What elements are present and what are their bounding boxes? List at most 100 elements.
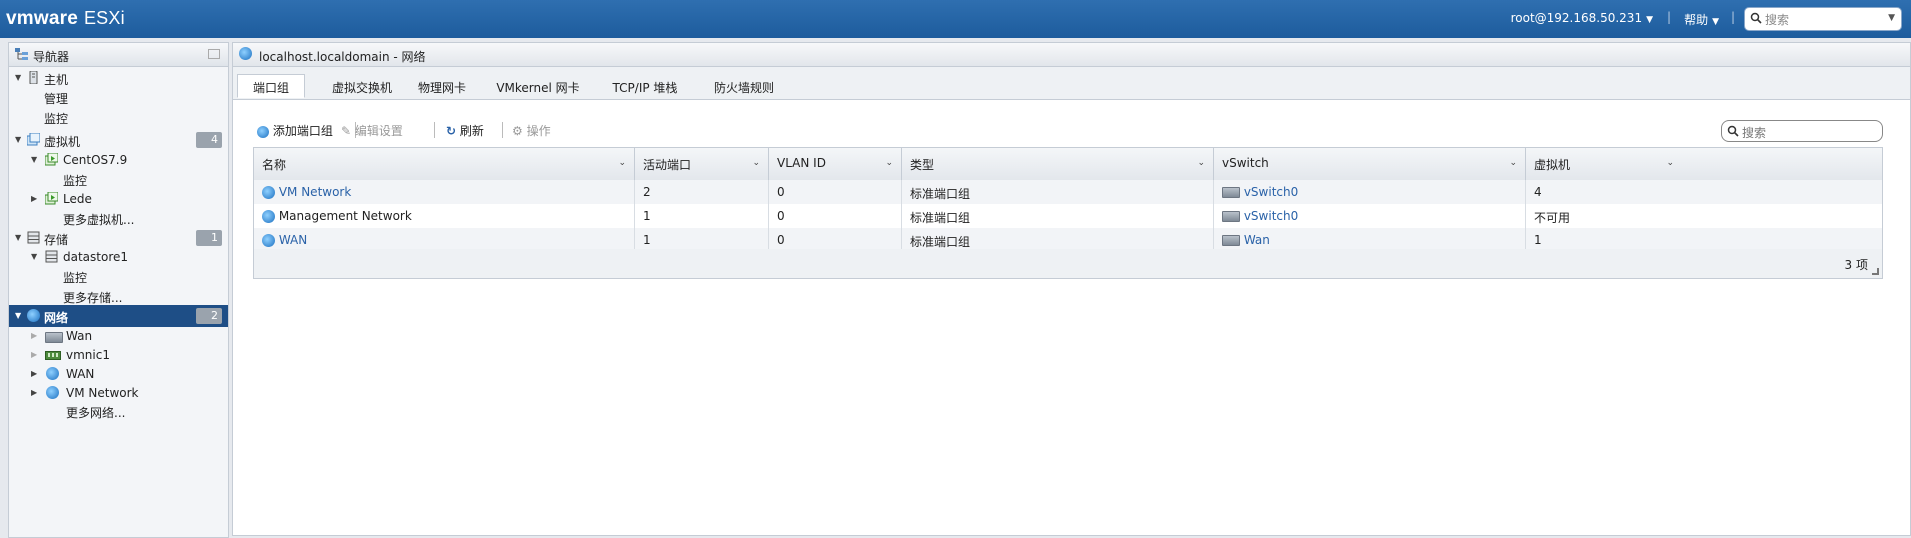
table-row[interactable]: VM Network 2 0 标准端口组 vSwitch0 4 [254,180,1882,204]
vswitch-link[interactable]: Wan [1244,233,1270,247]
network-icon [239,47,252,60]
collapse-panel-icon[interactable] [208,49,220,59]
caret-down-icon[interactable]: ▼ [15,311,21,320]
chevron-down-icon: ▼ [1646,15,1653,25]
table-header: 名称 ⌄ 活动端口 ⌄ VLAN ID ⌄ 类型 ⌄ vSwitch ⌄ 虚拟机 ⌄ [254,148,1882,181]
nav-host-monitor[interactable]: 监控 [9,106,228,128]
caret-down-icon[interactable]: ▼ [15,73,21,82]
portgroup-icon [262,186,275,199]
tab-port-groups[interactable]: 端口组 [237,74,305,98]
nav-more-storage[interactable]: 更多存储... [9,285,228,307]
resize-grip-icon[interactable] [1872,268,1879,275]
separator [502,122,503,138]
gear-icon: ⚙ [512,124,523,138]
chevron-down-icon[interactable]: ⌄ [1197,158,1205,168]
separator: | [1730,10,1735,24]
col-name[interactable]: 名称 ⌄ [254,148,635,180]
actions-button[interactable]: ⚙ 操作 [512,122,551,139]
vswitch-icon [1222,211,1240,222]
chevron-down-icon[interactable]: ⌄ [618,158,626,168]
refresh-button[interactable]: ↻ 刷新 [446,122,484,139]
network-icon [27,309,40,322]
item-count: 3 项 [1844,258,1868,272]
nic-icon [45,351,61,360]
vswitch-link[interactable]: vSwitch0 [1244,185,1298,199]
col-vswitch[interactable]: vSwitch ⌄ [1214,148,1526,180]
portgroup-link[interactable]: VM Network [279,185,351,199]
vswitch-icon [1222,187,1240,198]
chevron-down-icon: ▼ [1712,17,1719,27]
tab-firewall-rules[interactable]: 防火墙规则 [697,75,791,105]
nav-more-networks[interactable]: 更多网络... [9,400,228,422]
datastore-icon [45,250,58,263]
help-menu[interactable]: 帮助 ▼ [1684,11,1719,28]
nav-host-manage[interactable]: 管理 [9,86,228,108]
caret-down-icon[interactable]: ▼ [15,135,21,144]
search-icon [1727,125,1739,137]
storage-count-badge: 1 [196,230,222,246]
vm-running-icon [45,192,58,205]
nav-datastore-monitor[interactable]: 监控 [9,265,228,287]
main-header: localhost.localdomain - 网络 [233,43,1910,67]
caret-right-icon[interactable]: ▶ [31,350,37,359]
vswitch-link[interactable]: vSwitch0 [1244,209,1298,223]
chevron-down-icon[interactable]: ⌄ [1666,158,1674,168]
caret-down-icon[interactable]: ▼ [31,252,37,261]
nav-vm-centos-monitor[interactable]: 监控 [9,168,228,190]
tab-tcpip-stacks[interactable]: TCP/IP 堆栈 [595,75,695,105]
nav-more-vms[interactable]: 更多虚拟机... [9,207,228,229]
add-network-icon [257,125,269,138]
user-menu[interactable]: root@192.168.50.231 ▼ [1511,11,1653,25]
navigator-panel: 导航器 ▼ 主机 管理 监控 ▼ 虚拟机 4 ▼ CentOS7.9 监控 ▶ … [8,42,229,538]
chevron-down-icon[interactable]: ⌄ [752,158,760,168]
tab-bar: 端口组 虚拟交换机 物理网卡 VMkernel 网卡 TCP/IP 堆栈 防火墙… [233,67,1910,100]
portgroup-icon [46,367,59,380]
caret-right-icon[interactable]: ▶ [31,194,37,203]
vm-icon [27,133,40,146]
vm-running-icon [45,153,58,166]
col-active-ports[interactable]: 活动端口 ⌄ [635,148,769,180]
tab-physical-nics[interactable]: 物理网卡 [403,75,481,105]
portgroup-link[interactable]: Management Network [279,209,412,223]
caret-right-icon[interactable]: ▶ [31,388,37,397]
portgroup-icon [46,386,59,399]
add-port-group-button[interactable]: 添加端口组 [257,122,333,139]
table-search-input[interactable]: 搜索 [1721,120,1883,142]
portgroup-icon [262,234,275,247]
caret-right-icon[interactable]: ▶ [31,331,37,340]
table-row[interactable]: Management Network 1 0 标准端口组 vSwitch0 不可… [254,204,1882,228]
col-vlan-id[interactable]: VLAN ID ⌄ [769,148,902,180]
col-type[interactable]: 类型 ⌄ [902,148,1214,180]
chevron-down-icon[interactable]: ⌄ [885,158,893,168]
tab-virtual-switches[interactable]: 虚拟交换机 [311,75,413,105]
storage-icon [27,231,40,244]
edit-settings-button[interactable]: ✎ 编辑设置 [341,122,403,139]
vswitch-icon [1222,235,1240,246]
chevron-down-icon[interactable]: ⌄ [1509,158,1517,168]
search-icon [1750,12,1762,24]
portgroup-icon [262,210,275,223]
toolbar: 添加端口组 ✎ 编辑设置 ↻ 刷新 ⚙ 操作 [257,119,1877,141]
nav-vms[interactable]: ▼ 虚拟机 4 [9,129,228,151]
global-search-input[interactable]: 搜索 ▼ [1744,7,1902,31]
navigator-header: 导航器 [9,43,228,67]
nav-network[interactable]: ▼ 网络 2 [9,305,228,327]
caret-down-icon[interactable]: ▼ [31,155,37,164]
caret-down-icon[interactable]: ▼ [15,233,21,242]
navigator-title: 导航器 [33,50,70,64]
portgroup-link[interactable]: WAN [279,233,307,247]
host-icon [29,71,38,84]
page-title: localhost.localdomain - 网络 [259,50,426,64]
col-vms[interactable]: 虚拟机 ⌄ [1526,148,1682,180]
top-bar: vmware ESXi root@192.168.50.231 ▼ | 帮助 ▼ | … [0,0,1911,38]
navigator-icon [15,48,28,60]
tab-vmkernel-nics[interactable]: VMkernel 网卡 [483,75,593,105]
caret-right-icon[interactable]: ▶ [31,369,37,378]
refresh-icon: ↻ [446,124,457,138]
separator [434,122,435,138]
pencil-icon: ✎ [341,124,352,138]
chevron-down-icon[interactable]: ▼ [1888,13,1895,23]
port-groups-table: 名称 ⌄ 活动端口 ⌄ VLAN ID ⌄ 类型 ⌄ vSwitch ⌄ 虚拟机 ⌄ VM … [253,147,1883,263]
table-footer: 3 项 [253,249,1883,279]
main-panel: localhost.localdomain - 网络 端口组 虚拟交换机 物理网… [232,42,1911,536]
